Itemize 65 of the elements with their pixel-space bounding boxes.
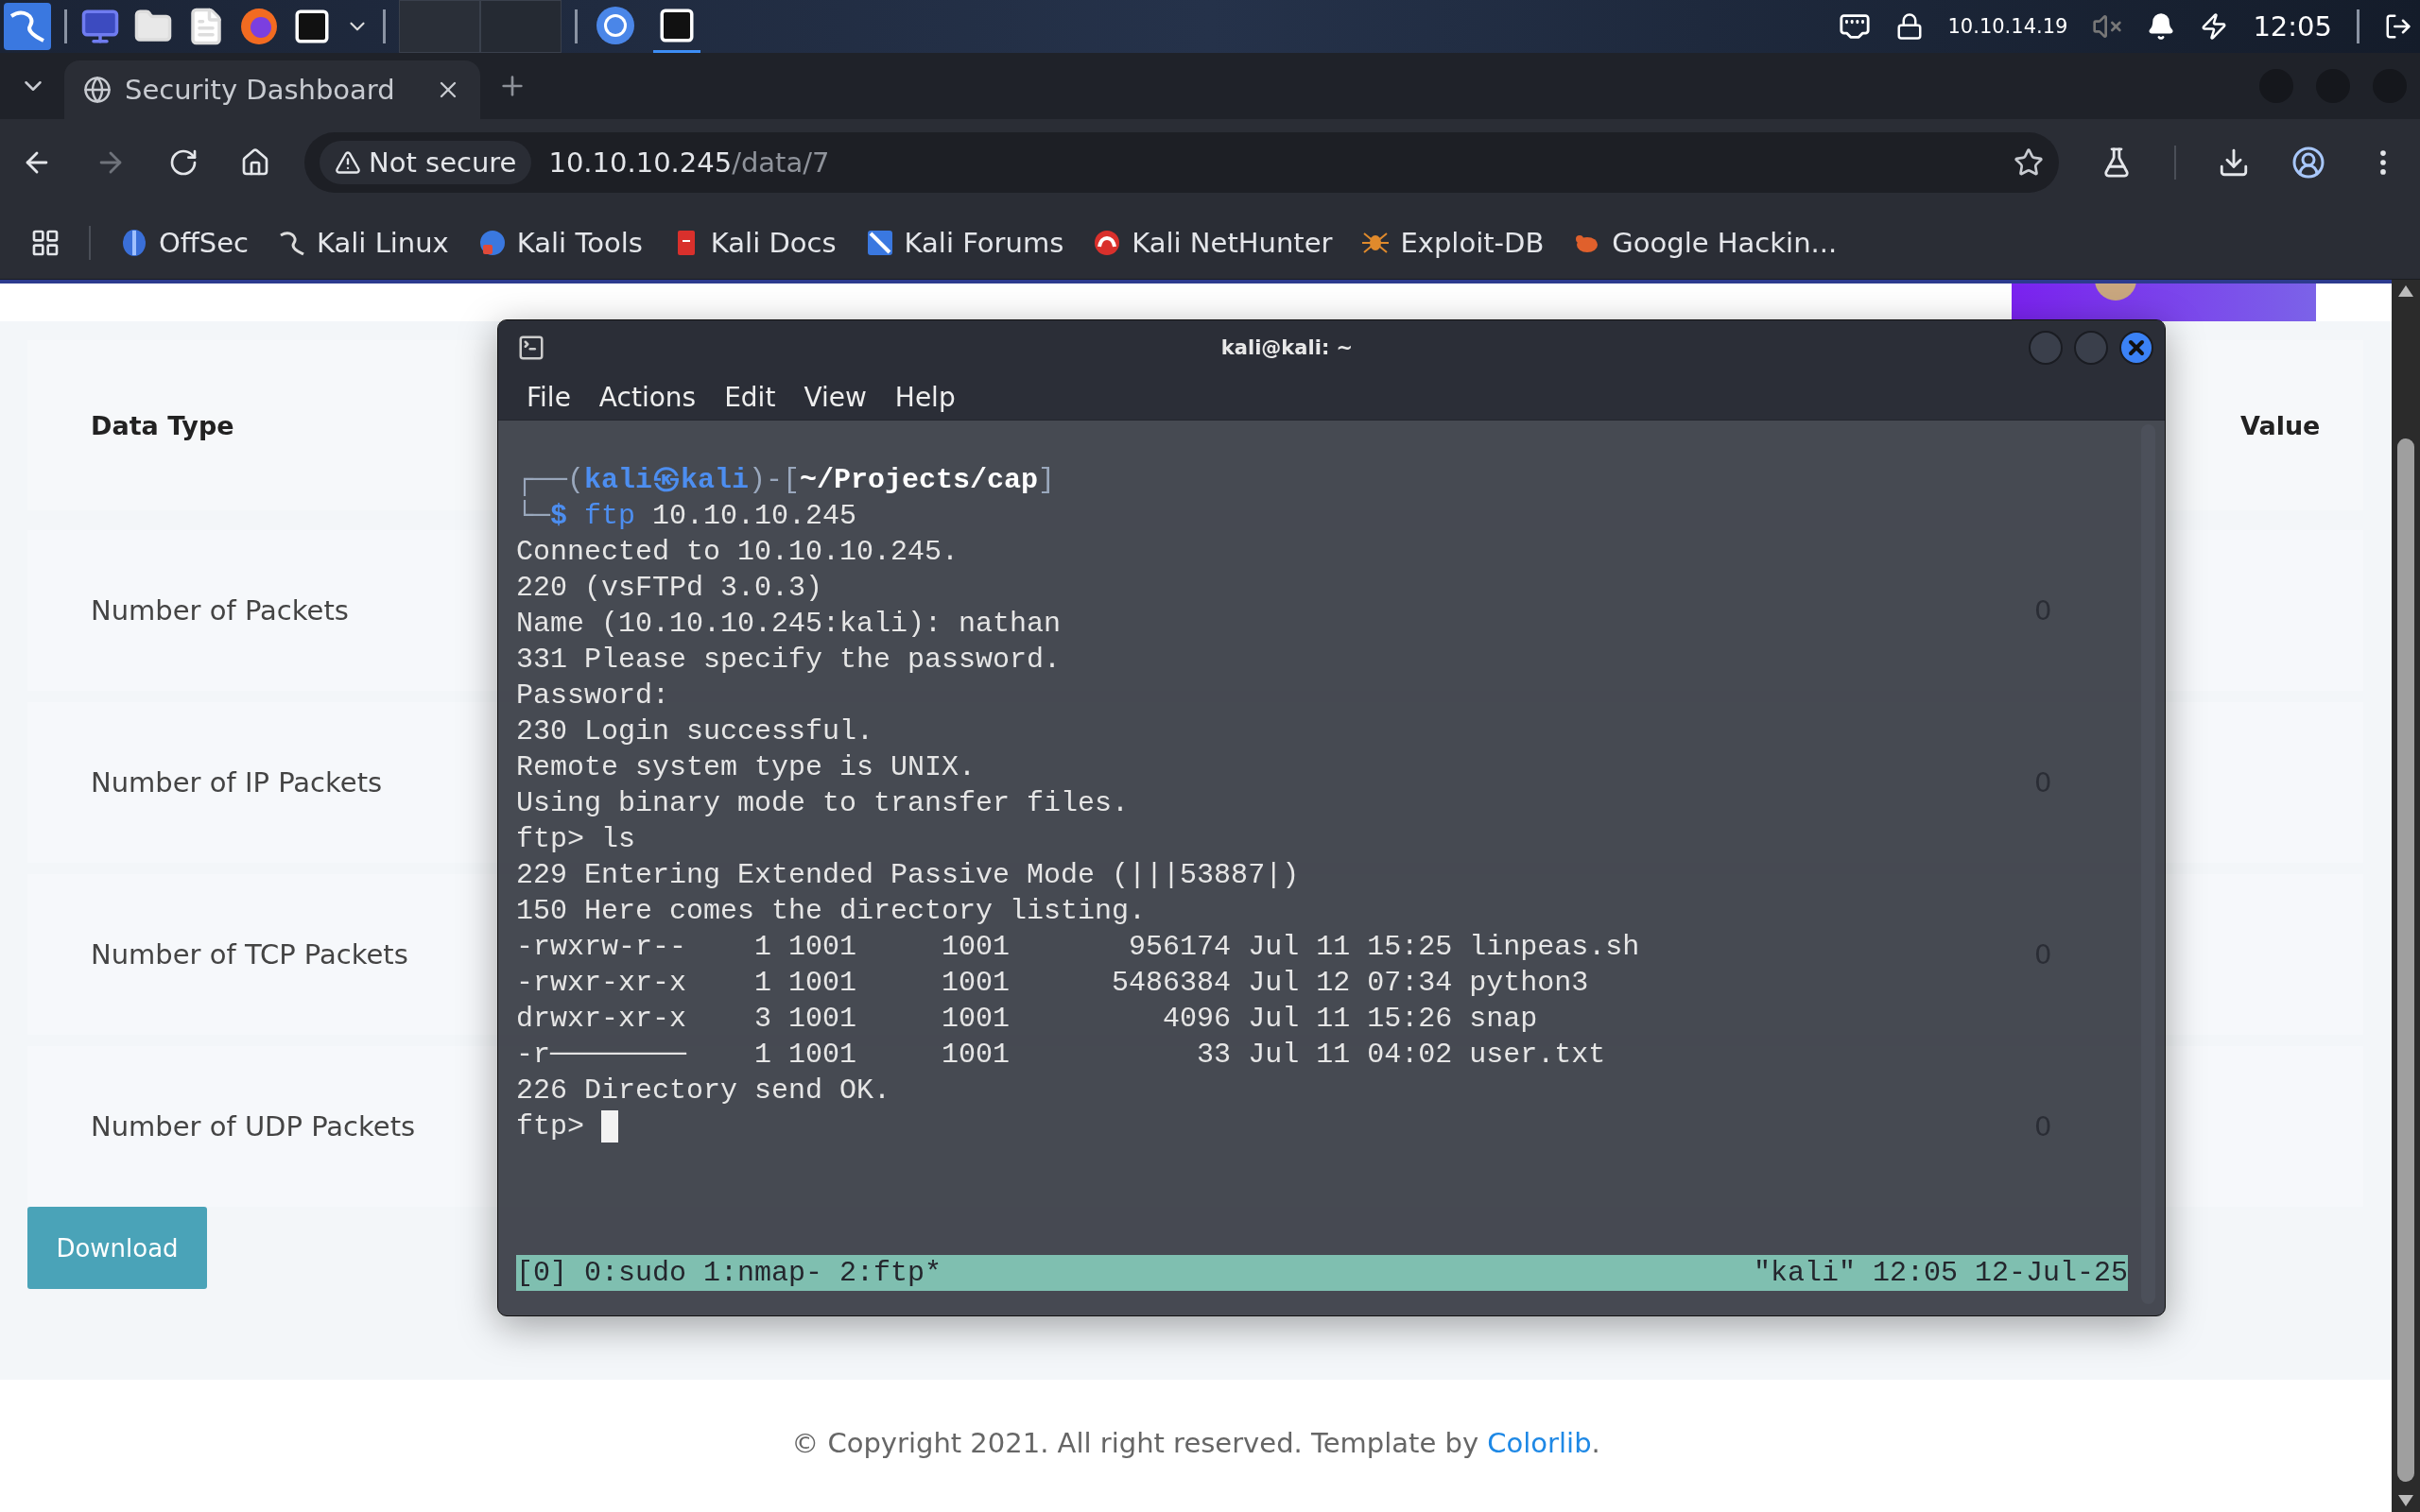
address-bar[interactable]: Not secure 10.10.10.245/data/7: [304, 132, 2059, 193]
table-cell: Number of Packets: [91, 594, 349, 627]
terminal-line: Name (10.10.10.245:kali): nathan: [516, 607, 1062, 642]
security-chip[interactable]: Not secure: [320, 141, 532, 184]
warning-icon: [335, 149, 361, 176]
ip-address: 10.10.14.19: [1947, 15, 2068, 38]
terminal-line: 230 Login successful.: [516, 714, 874, 749]
terminal-line: Remote system type is UNIX.: [516, 750, 977, 785]
bookmark-link[interactable]: Kali Tools: [476, 226, 643, 259]
terminal-icon: [517, 334, 545, 362]
terminal-line: -rwxr-xr-x 1 1001 1001 5486384 Jul 12 07:34 python3: [516, 966, 1589, 1001]
bookmark-link[interactable]: Kali NetHunter: [1092, 226, 1333, 259]
bookmark-link[interactable]: Google Hackin...: [1572, 226, 1838, 259]
globe-icon: [83, 76, 112, 104]
terminal-line: Password:: [516, 679, 670, 713]
download-icon[interactable]: [2218, 146, 2250, 179]
close-button[interactable]: [2119, 331, 2153, 365]
reload-icon[interactable]: [168, 147, 199, 178]
bookmark-link[interactable]: Kali Linux: [277, 226, 449, 259]
bookmark-link[interactable]: Kali Docs: [670, 226, 837, 259]
bookmark-star-icon[interactable]: [2014, 147, 2044, 178]
scroll-up-icon[interactable]: [2398, 285, 2413, 297]
table-cell: Number of IP Packets: [91, 766, 383, 799]
bookmark-link[interactable]: Exploit-DB: [1360, 226, 1545, 259]
menu-item[interactable]: View: [804, 382, 867, 413]
url-text: 10.10.10.245/data/7: [548, 146, 831, 179]
ftp-prompt: ftp>: [516, 1110, 584, 1143]
terminal-line: 220 (vsFTPd 3.0.3): [516, 571, 823, 606]
page-scrollbar[interactable]: [2392, 280, 2420, 1512]
scroll-down-icon[interactable]: [2398, 1495, 2413, 1506]
home-icon[interactable]: [240, 147, 270, 178]
prompt-line: ┌──(kali㉿kali)-[~/Projects/cap]: [516, 463, 1056, 498]
terminal-line: Connected to 10.10.10.245.: [516, 535, 959, 570]
terminal-line: 331 Please specify the password.: [516, 643, 1062, 678]
terminal-line: -r──────── 1 1001 1001 33 Jul 11 04:02 user.txt: [516, 1038, 1606, 1073]
terminal-line: ftp> ls: [516, 822, 636, 857]
kali-menu-icon[interactable]: [4, 3, 51, 50]
bookmark-link[interactable]: Kali Forums: [864, 226, 1064, 259]
column-header: Value: [2240, 410, 2321, 440]
copyright-text: © Copyright 2021. All right reserved. Template by Colorlib.: [791, 1427, 1600, 1459]
window-title: kali@kali: ~: [1219, 336, 1355, 359]
menu-item[interactable]: Edit: [724, 382, 776, 413]
terminal-line: drwxr-xr-x 3 1001 1001 4096 Jul 11 15:26 snap: [516, 1002, 1538, 1037]
column-header: Data Type: [91, 410, 234, 440]
table-cell: Number of TCP Packets: [91, 938, 408, 971]
terminal-line: -rwxrw-r-- 1 1001 1001 956174 Jul 11 15:25 linpeas.sh: [516, 930, 1640, 965]
logout-icon[interactable]: [2384, 12, 2412, 41]
browser-icon: [595, 4, 636, 46]
terminal-line: 226 Directory send OK.: [516, 1074, 891, 1108]
menu-item[interactable]: File: [527, 382, 571, 413]
menu-item[interactable]: Help: [894, 382, 956, 413]
profile-icon[interactable]: [2291, 146, 2325, 180]
terminal-line: 150 Here comes the directory listing.: [516, 894, 1147, 929]
terminal-line: 229 Entering Extended Passive Mode (|||53887|): [516, 858, 1300, 893]
colorlib-link[interactable]: Colorlib: [1487, 1427, 1592, 1459]
tab-title: Security Dashboard: [125, 74, 396, 106]
menu-item[interactable]: Actions: [598, 382, 697, 413]
tmux-status-bar: [0] 0:sudo 1:nmap- 2:ftp* "kali" 12:05 12-Jul-25: [516, 1255, 2128, 1291]
command-line: └─$ ftp 10.10.10.245: [516, 499, 857, 534]
table-cell: Number of UDP Packets: [91, 1110, 416, 1143]
firefox-icon[interactable]: [239, 7, 279, 46]
terminal-line: Using binary mode to transfer files.: [516, 786, 1130, 821]
browser-tab[interactable]: Security Dashboard: [64, 60, 480, 119]
clock[interactable]: 12:05: [2253, 10, 2332, 43]
bookmark-link[interactable]: OffSec: [119, 226, 249, 259]
